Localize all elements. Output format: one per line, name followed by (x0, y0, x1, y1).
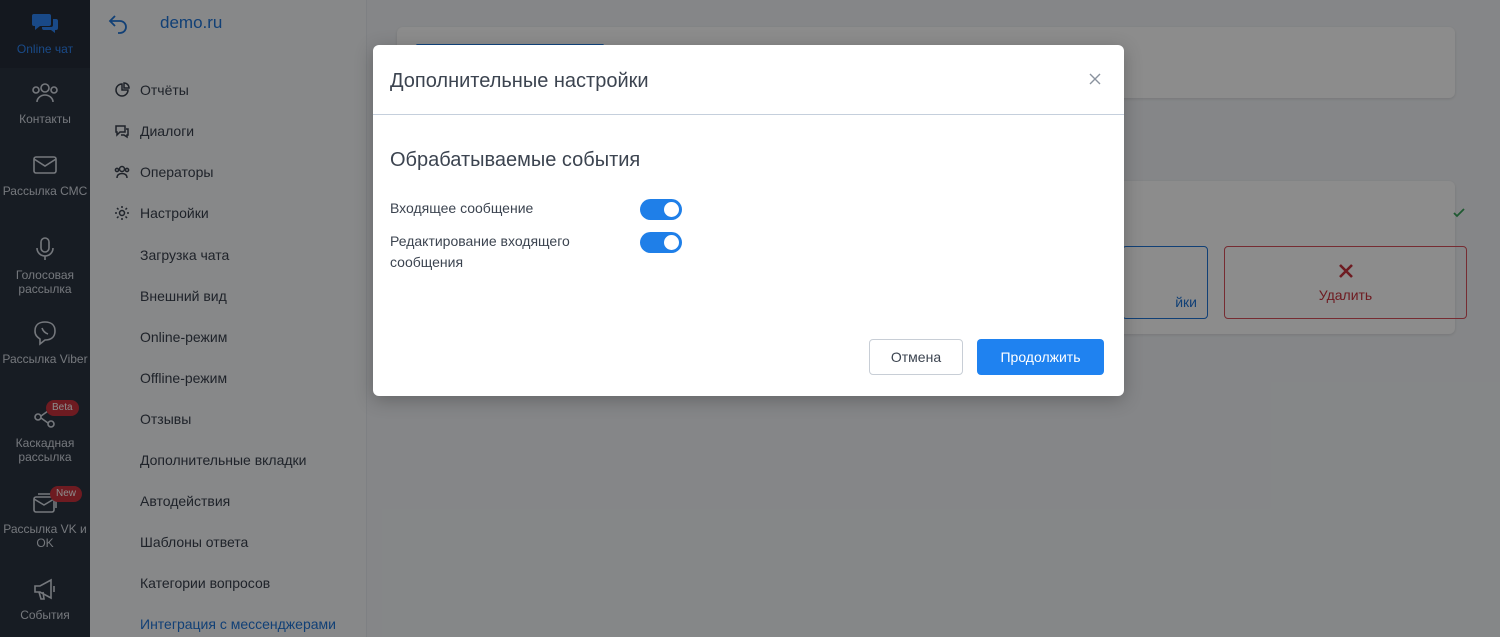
toggle-knob (664, 235, 679, 250)
section-title: Обрабатываемые события (390, 149, 641, 171)
option-label-incoming: Входящее сообщение (390, 200, 534, 216)
option-label-editing: Редактирование входящего сообщения (390, 233, 570, 270)
cancel-button[interactable]: Отмена (869, 339, 963, 375)
toggle-editing-message[interactable] (640, 232, 682, 253)
additional-settings-modal: Дополнительные настройки Обрабатываемые … (373, 45, 1124, 396)
modal-title: Дополнительные настройки (390, 70, 649, 92)
toggle-knob (664, 202, 679, 217)
modal-header: Дополнительные настройки (373, 45, 1124, 115)
close-icon[interactable] (1088, 72, 1102, 86)
continue-button[interactable]: Продолжить (977, 339, 1104, 375)
toggle-incoming-message[interactable] (640, 199, 682, 220)
